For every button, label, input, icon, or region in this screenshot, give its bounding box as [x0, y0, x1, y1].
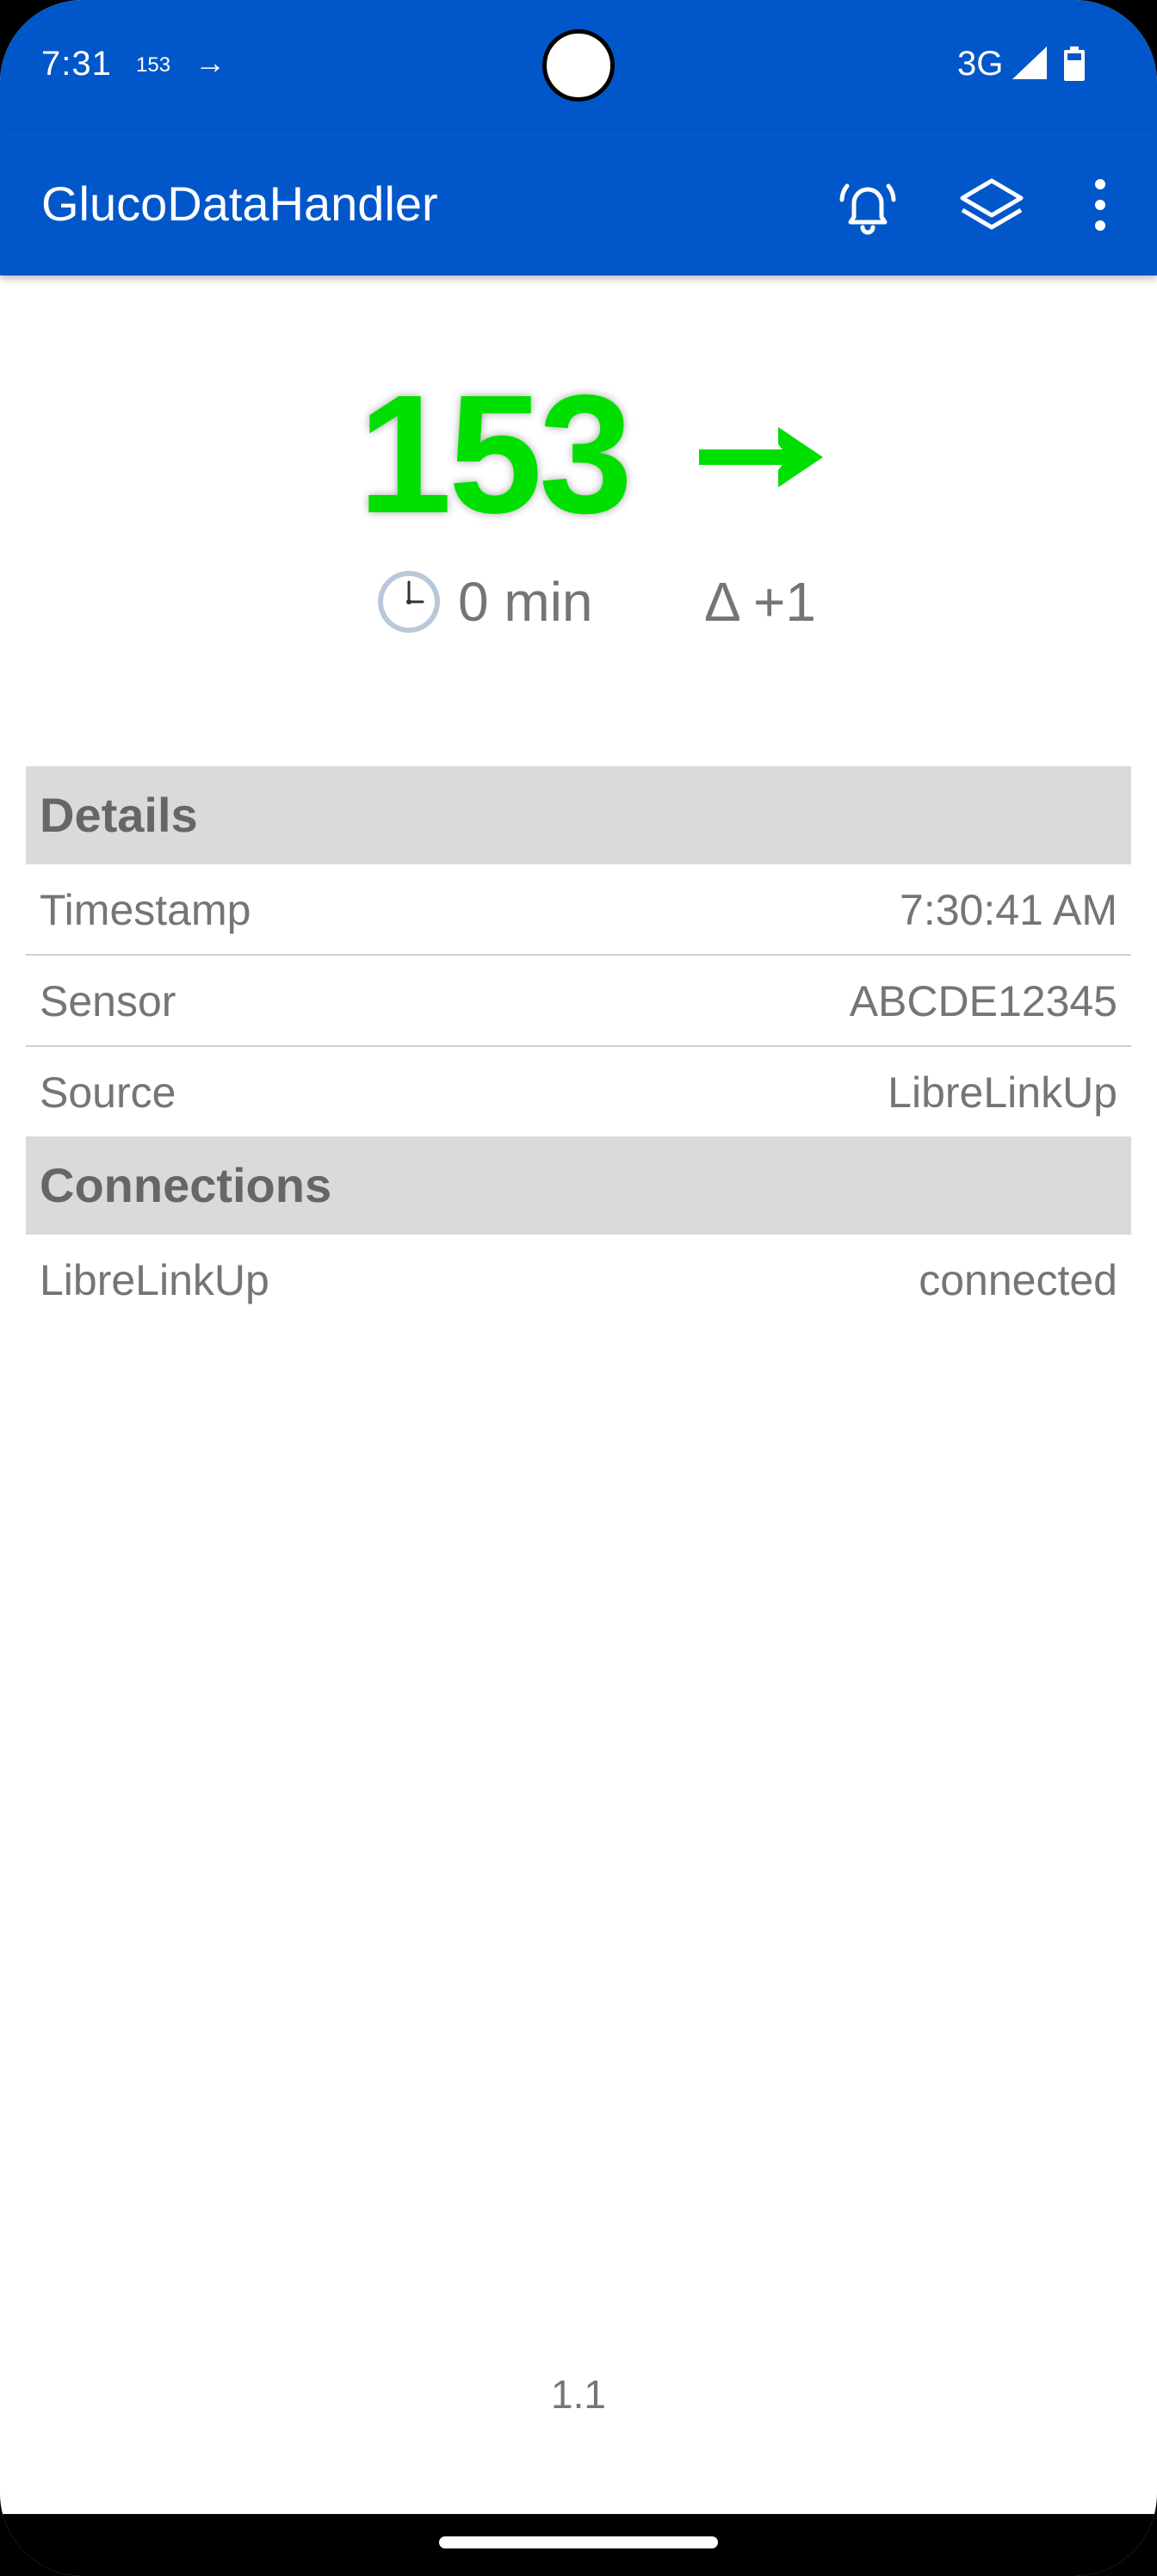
status-glucose: 153	[136, 53, 171, 77]
trend-arrow-icon	[699, 427, 823, 487]
row-value: 7:30:41 AM	[900, 886, 1117, 934]
clock-icon	[378, 571, 440, 633]
layers-icon[interactable]	[959, 176, 1024, 234]
status-network: 3G	[957, 45, 1004, 83]
home-handle[interactable]	[439, 2536, 718, 2548]
status-trend: →	[195, 45, 226, 80]
delta-value: Δ +1	[704, 571, 816, 633]
app-title: GlucoDataHandler	[41, 176, 438, 231]
more-vert-icon[interactable]	[1086, 174, 1114, 236]
details-header: Details	[26, 766, 1131, 864]
table-row: Timestamp 7:30:41 AM	[26, 864, 1131, 956]
table-row[interactable]: LibreLinkUp connected	[26, 1235, 1131, 1326]
signal-icon	[1012, 46, 1047, 79]
row-label: LibreLinkUp	[40, 1256, 269, 1304]
status-bar: 7:31 153 → 3G	[0, 0, 1157, 131]
camera-cutout	[542, 29, 615, 102]
phone-screen: 7:31 153 → 3G GlucoDataHandler 153 0 min…	[0, 0, 1157, 2576]
glucose-value: 153	[358, 360, 633, 548]
table-row: Sensor ABCDE12345	[26, 956, 1131, 1047]
battery-icon	[1064, 46, 1085, 81]
row-value: LibreLinkUp	[888, 1068, 1117, 1117]
table-row: Source LibreLinkUp	[26, 1047, 1131, 1138]
row-label: Source	[40, 1068, 176, 1117]
row-label: Timestamp	[40, 886, 251, 934]
status-time: 7:31	[41, 45, 112, 83]
row-value: ABCDE12345	[849, 977, 1117, 1025]
row-label: Sensor	[40, 977, 176, 1025]
alarm-bell-icon[interactable]	[837, 174, 899, 236]
row-value: connected	[919, 1256, 1117, 1304]
app-version: 1.1	[551, 2372, 606, 2417]
connections-header: Connections	[26, 1136, 1131, 1235]
elapsed-time: 0 min	[458, 571, 593, 633]
app-bar: GlucoDataHandler	[0, 131, 1157, 276]
